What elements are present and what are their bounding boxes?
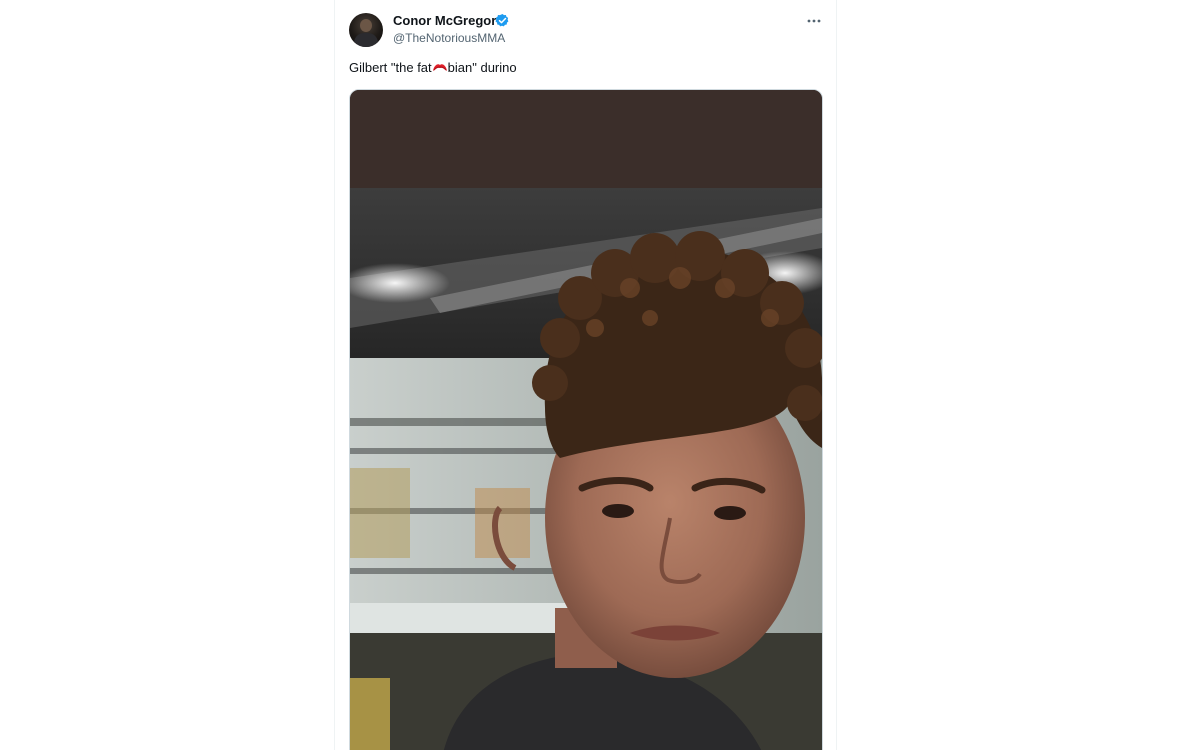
- author-handle[interactable]: @TheNotoriousMMA: [393, 31, 505, 45]
- red-redaction-scribble-icon: [432, 61, 448, 72]
- more-options-button[interactable]: [803, 10, 825, 32]
- tweet[interactable]: Conor McGregor @TheNotoriousMMA Gilbert …: [335, 0, 836, 750]
- more-options-icon: [807, 19, 821, 23]
- tweet-text-before: Gilbert "the fat: [349, 60, 432, 75]
- tweet-text: Gilbert "the fat bian" durino: [349, 60, 517, 75]
- avatar-body: [354, 33, 378, 47]
- verified-badge-icon: [495, 13, 509, 27]
- tweet-media-video[interactable]: [349, 89, 823, 750]
- tweet-text-after: bian" durino: [447, 60, 517, 75]
- timeline-column: Conor McGregor @TheNotoriousMMA Gilbert …: [334, 0, 837, 750]
- video-frame[interactable]: [350, 188, 822, 750]
- avatar[interactable]: [349, 13, 383, 47]
- video-top-band: [350, 90, 822, 188]
- video-frame-image: [350, 188, 822, 750]
- author-display-name[interactable]: Conor McGregor: [393, 13, 496, 28]
- avatar-head: [360, 19, 372, 32]
- page: Conor McGregor @TheNotoriousMMA Gilbert …: [0, 0, 1200, 750]
